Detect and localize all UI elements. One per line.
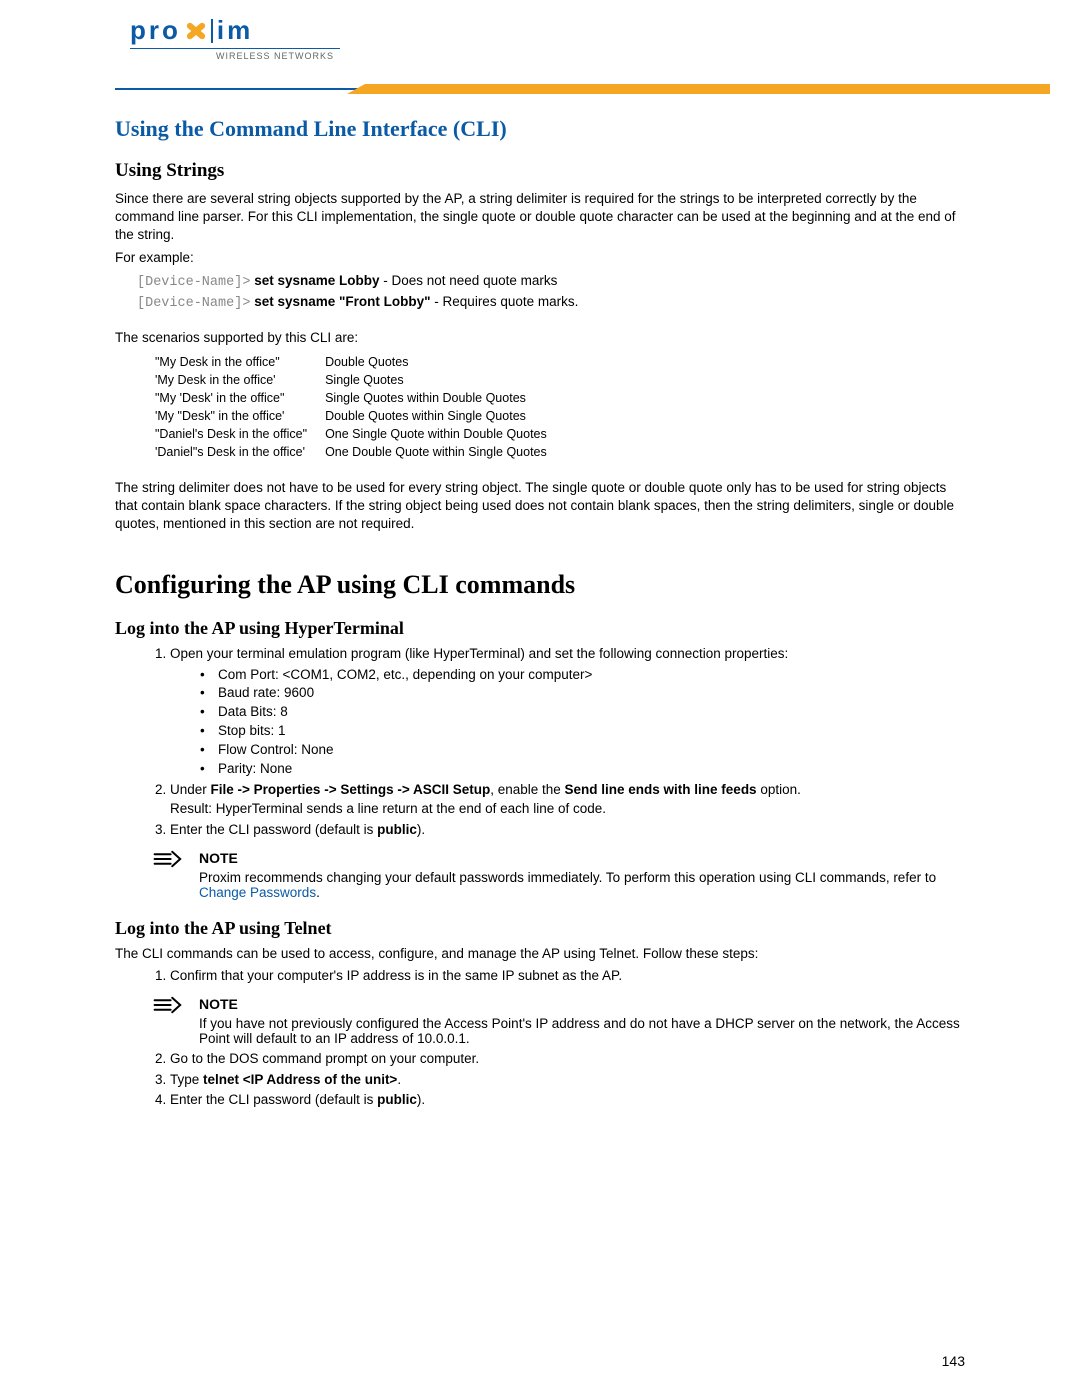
note-arrow-icon xyxy=(153,850,185,872)
brand-text-right: im xyxy=(217,15,253,46)
note-label: NOTE xyxy=(199,996,965,1012)
hyper-steps: Open your terminal emulation program (li… xyxy=(125,645,965,840)
ex1-note: - Does not need quote marks xyxy=(383,273,557,288)
list-item: Baud rate: 9600 xyxy=(200,684,965,703)
hyper-note: NOTE Proxim recommends changing your def… xyxy=(153,850,965,900)
list-item: Stop bits: 1 xyxy=(200,722,965,741)
change-passwords-link[interactable]: Change Passwords xyxy=(199,885,316,900)
telnet-steps: Confirm that your computer's IP address … xyxy=(125,967,965,986)
ex1-cmd: set sysname Lobby xyxy=(254,273,379,288)
string-examples: [Device-Name]> set sysname Lobby - Does … xyxy=(137,271,965,314)
telnet-intro: The CLI commands can be used to access, … xyxy=(115,945,965,963)
page-content: Using the Command Line Interface (CLI) U… xyxy=(0,92,1080,1152)
step2-result: Result: HyperTerminal sends a line retur… xyxy=(170,800,965,819)
brand-divider xyxy=(211,19,213,43)
page-header: pro im WIRELESS NETWORKS xyxy=(0,0,1080,86)
list-item: Open your terminal emulation program (li… xyxy=(170,645,965,779)
telnet-note: NOTE If you have not previously configur… xyxy=(153,996,965,1046)
list-item: Enter the CLI password (default is publi… xyxy=(170,1091,965,1110)
list-item: Under File -> Properties -> Settings -> … xyxy=(170,781,965,819)
section-title: Using the Command Line Interface (CLI) xyxy=(115,116,965,142)
note-arrow-icon xyxy=(153,996,185,1018)
table-row: "My 'Desk' in the office"Single Quotes w… xyxy=(155,389,565,407)
table-row: 'My "Desk" in the office'Double Quotes w… xyxy=(155,407,565,425)
note-text: If you have not previously configured th… xyxy=(199,1016,965,1046)
telnet-heading: Log into the AP using Telnet xyxy=(115,918,965,939)
table-row: "My Desk in the office"Double Quotes xyxy=(155,353,565,371)
table-row: 'Daniel"s Desk in the office'One Double … xyxy=(155,443,565,461)
brand-x-icon xyxy=(185,20,207,42)
hyper-heading: Log into the AP using HyperTerminal xyxy=(115,618,965,639)
list-item: Go to the DOS command prompt on your com… xyxy=(170,1050,965,1069)
list-item: Confirm that your computer's IP address … xyxy=(170,967,965,986)
for-example-label: For example: xyxy=(115,249,965,267)
telnet-steps-2: Go to the DOS command prompt on your com… xyxy=(125,1050,965,1111)
scenarios-table: "My Desk in the office"Double Quotes 'My… xyxy=(155,353,565,461)
list-item: Com Port: <COM1, COM2, etc., depending o… xyxy=(200,666,965,685)
brand-logo: pro im WIRELESS NETWORKS xyxy=(130,15,340,70)
ex2-prompt: [Device-Name]> xyxy=(137,296,250,311)
page-number: 143 xyxy=(942,1353,965,1369)
using-strings-intro: Since there are several string objects s… xyxy=(115,190,965,245)
note-label: NOTE xyxy=(199,850,965,866)
table-row: "Daniel's Desk in the office"One Single … xyxy=(155,425,565,443)
brand-text-left: pro xyxy=(130,15,181,46)
list-item: Parity: None xyxy=(200,760,965,779)
table-row: 'My Desk in the office'Single Quotes xyxy=(155,371,565,389)
configuring-heading: Configuring the AP using CLI commands xyxy=(115,570,965,600)
using-strings-closing: The string delimiter does not have to be… xyxy=(115,479,965,534)
using-strings-heading: Using Strings xyxy=(115,160,965,182)
hyper-bullets: Com Port: <COM1, COM2, etc., depending o… xyxy=(170,666,965,779)
ex2-cmd: set sysname "Front Lobby" xyxy=(254,294,430,309)
list-item: Enter the CLI password (default is publi… xyxy=(170,821,965,840)
note-text: Proxim recommends changing your default … xyxy=(199,870,965,900)
list-item: Type telnet <IP Address of the unit>. xyxy=(170,1071,965,1090)
list-item: Data Bits: 8 xyxy=(200,703,965,722)
ex2-note: - Requires quote marks. xyxy=(434,294,578,309)
scenarios-label: The scenarios supported by this CLI are: xyxy=(115,330,965,345)
brand-tagline: WIRELESS NETWORKS xyxy=(130,48,340,61)
ex1-prompt: [Device-Name]> xyxy=(137,275,250,290)
header-rule xyxy=(115,86,1050,92)
list-item: Flow Control: None xyxy=(200,741,965,760)
